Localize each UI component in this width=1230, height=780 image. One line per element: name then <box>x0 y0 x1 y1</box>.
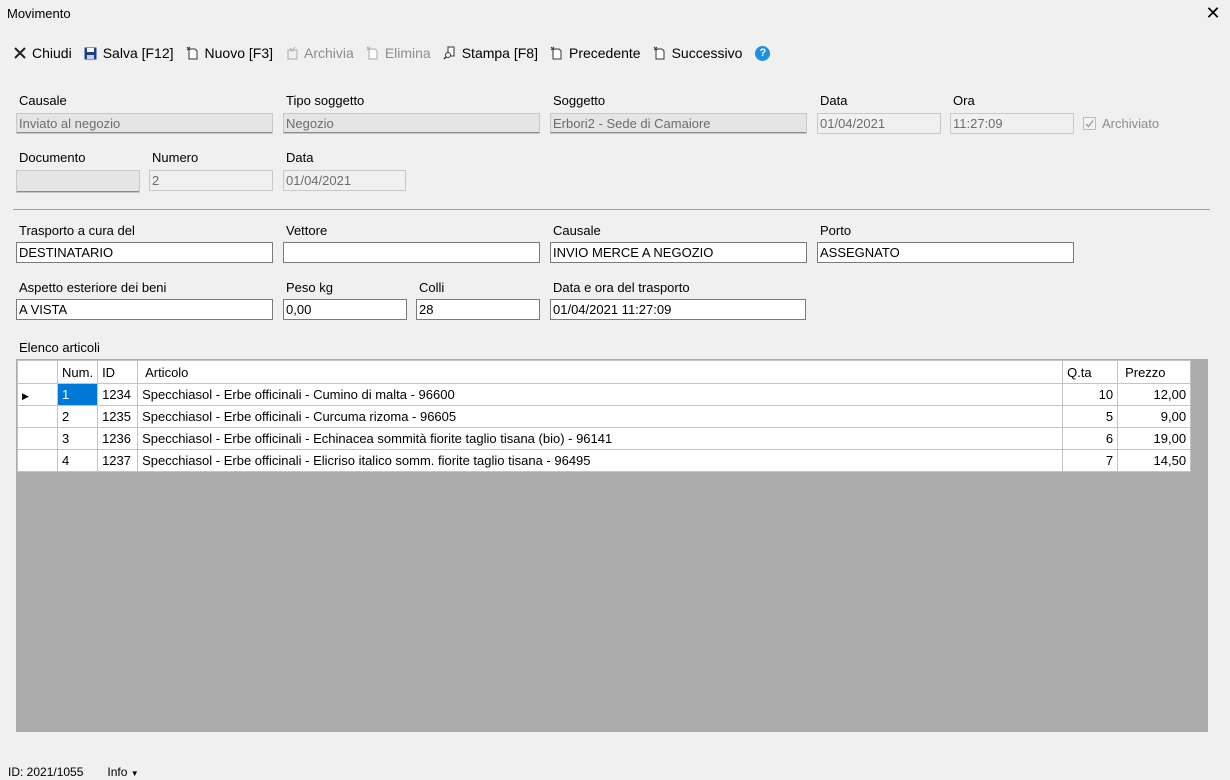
cell-prezzo[interactable]: 19,00 <box>1117 427 1192 450</box>
cell-id[interactable]: 1235 <box>97 405 139 428</box>
aspetto-field[interactable]: A VISTA <box>16 299 273 320</box>
tipo-soggetto-label: Tipo soggetto <box>286 93 365 108</box>
column-header-num[interactable]: Num. <box>56 360 99 384</box>
numero-label: Numero <box>152 150 199 165</box>
status-bar: ID: 2021/1055 Info ▼ <box>8 765 139 779</box>
vettore-label: Vettore <box>286 223 328 238</box>
cell-num[interactable]: 2 <box>56 405 99 428</box>
data-label: Data <box>820 93 848 108</box>
row-selector[interactable] <box>17 449 58 472</box>
cell-qta[interactable]: 5 <box>1062 405 1119 428</box>
cell-num[interactable]: 1 <box>56 383 99 406</box>
print-preview-icon <box>442 45 458 61</box>
cell-articolo[interactable]: Specchiasol - Erbe officinali - Elicriso… <box>137 449 1064 472</box>
trasporto-field[interactable]: DESTINATARIO <box>16 242 273 263</box>
table-row[interactable]: 4 1237 Specchiasol - Erbe officinali - E… <box>17 449 1192 472</box>
cell-prezzo[interactable]: 9,00 <box>1117 405 1192 428</box>
doc-data-field[interactable]: 01/04/2021 <box>283 170 406 191</box>
colli-field[interactable]: 28 <box>416 299 540 320</box>
causale-select[interactable]: Inviato al negozio <box>16 113 273 134</box>
cell-articolo[interactable]: Specchiasol - Erbe officinali - Echinace… <box>137 427 1064 450</box>
doc-data-label: Data <box>286 150 314 165</box>
row-header-corner <box>17 360 58 384</box>
peso-field[interactable]: 0,00 <box>283 299 407 320</box>
previous-icon <box>549 45 565 61</box>
checkmark-icon <box>1083 117 1096 130</box>
row-selector[interactable] <box>17 405 58 428</box>
articles-table: Num. ID Articolo Q.ta Prezzo ▶ 1 1234 Sp… <box>17 360 1192 472</box>
elenco-articoli-label: Elenco articoli <box>19 340 100 355</box>
table-row[interactable]: 3 1236 Specchiasol - Erbe officinali - E… <box>17 427 1192 450</box>
table-header-row: Num. ID Articolo Q.ta Prezzo <box>17 360 1192 384</box>
row-selector[interactable] <box>17 427 58 450</box>
cell-id[interactable]: 1234 <box>97 383 139 406</box>
cell-qta[interactable]: 7 <box>1062 449 1119 472</box>
articles-grid[interactable]: Num. ID Articolo Q.ta Prezzo ▶ 1 1234 Sp… <box>16 359 1208 732</box>
close-icon: ✕ <box>1205 3 1221 23</box>
cell-qta[interactable]: 10 <box>1062 383 1119 406</box>
section-divider <box>13 209 1210 210</box>
new-document-icon <box>185 45 201 61</box>
cell-articolo[interactable]: Specchiasol - Erbe officinali - Cumino d… <box>137 383 1064 406</box>
row-selector[interactable]: ▶ <box>17 383 58 406</box>
cell-id[interactable]: 1237 <box>97 449 139 472</box>
chiudi-button[interactable]: Chiudi <box>8 42 79 64</box>
cell-id[interactable]: 1236 <box>97 427 139 450</box>
info-dropdown[interactable]: Info ▼ <box>107 765 138 779</box>
porto-field[interactable]: ASSEGNATO <box>817 242 1074 263</box>
column-header-prezzo[interactable]: Prezzo <box>1117 360 1192 384</box>
elimina-button[interactable]: Elimina <box>361 42 438 64</box>
soggetto-label: Soggetto <box>553 93 606 108</box>
peso-label: Peso kg <box>286 280 333 295</box>
successivo-button[interactable]: Successivo <box>648 42 750 64</box>
stampa-button[interactable]: Stampa [F8] <box>438 42 545 64</box>
window-title: Movimento <box>7 6 71 21</box>
causale-trasporto-field[interactable]: INVIO MERCE A NEGOZIO <box>550 242 807 263</box>
toolbar: Chiudi Salva [F12] Nuovo [F3] Archivia E… <box>8 42 771 64</box>
close-icon <box>12 45 28 61</box>
column-header-articolo[interactable]: Articolo <box>137 360 1064 384</box>
table-row[interactable]: 2 1235 Specchiasol - Erbe officinali - C… <box>17 405 1192 428</box>
column-header-id[interactable]: ID <box>97 360 139 384</box>
precedente-button[interactable]: Precedente <box>545 42 648 64</box>
data-trasporto-label: Data e ora del trasporto <box>553 280 690 295</box>
record-id-label: ID: 2021/1055 <box>8 765 84 779</box>
current-row-arrow-icon: ▶ <box>22 391 29 401</box>
porto-label: Porto <box>820 223 852 238</box>
causale-label: Causale <box>19 93 67 108</box>
help-icon[interactable]: ? <box>755 45 771 61</box>
aspetto-label: Aspetto esteriore dei beni <box>19 280 167 295</box>
ora-label: Ora <box>953 93 975 108</box>
vettore-field[interactable] <box>283 242 540 263</box>
cell-prezzo[interactable]: 12,00 <box>1117 383 1192 406</box>
colli-label: Colli <box>419 280 445 295</box>
cell-qta[interactable]: 6 <box>1062 427 1119 450</box>
data-field[interactable]: 01/04/2021 <box>817 113 941 134</box>
data-trasporto-field[interactable]: 01/04/2021 11:27:09 <box>550 299 806 320</box>
cell-articolo[interactable]: Specchiasol - Erbe officinali - Curcuma … <box>137 405 1064 428</box>
caret-down-icon: ▼ <box>130 769 139 778</box>
archivia-button[interactable]: Archivia <box>280 42 361 64</box>
causale-trasporto-label: Causale <box>553 223 601 238</box>
cell-num[interactable]: 4 <box>56 449 99 472</box>
numero-field[interactable]: 2 <box>149 170 273 191</box>
documento-select[interactable] <box>16 170 140 193</box>
cell-prezzo[interactable]: 14,50 <box>1117 449 1192 472</box>
close-window-button[interactable]: ✕ <box>1202 2 1224 24</box>
trasporto-label: Trasporto a cura del <box>19 223 135 238</box>
archiviato-checkbox[interactable]: Archiviato <box>1083 116 1159 131</box>
table-row[interactable]: ▶ 1 1234 Specchiasol - Erbe officinali -… <box>17 383 1192 406</box>
archive-icon <box>284 45 300 61</box>
column-header-qta[interactable]: Q.ta <box>1062 360 1119 384</box>
tipo-soggetto-select[interactable]: Negozio <box>283 113 540 134</box>
save-icon <box>83 45 99 61</box>
cell-num[interactable]: 3 <box>56 427 99 450</box>
nuovo-button[interactable]: Nuovo [F3] <box>181 42 280 64</box>
ora-field[interactable]: 11:27:09 <box>950 113 1074 134</box>
salva-button[interactable]: Salva [F12] <box>79 42 181 64</box>
documento-label: Documento <box>19 150 86 165</box>
soggetto-select[interactable]: Erbori2 - Sede di Camaiore <box>550 113 807 134</box>
next-icon <box>652 45 668 61</box>
delete-icon <box>365 45 381 61</box>
